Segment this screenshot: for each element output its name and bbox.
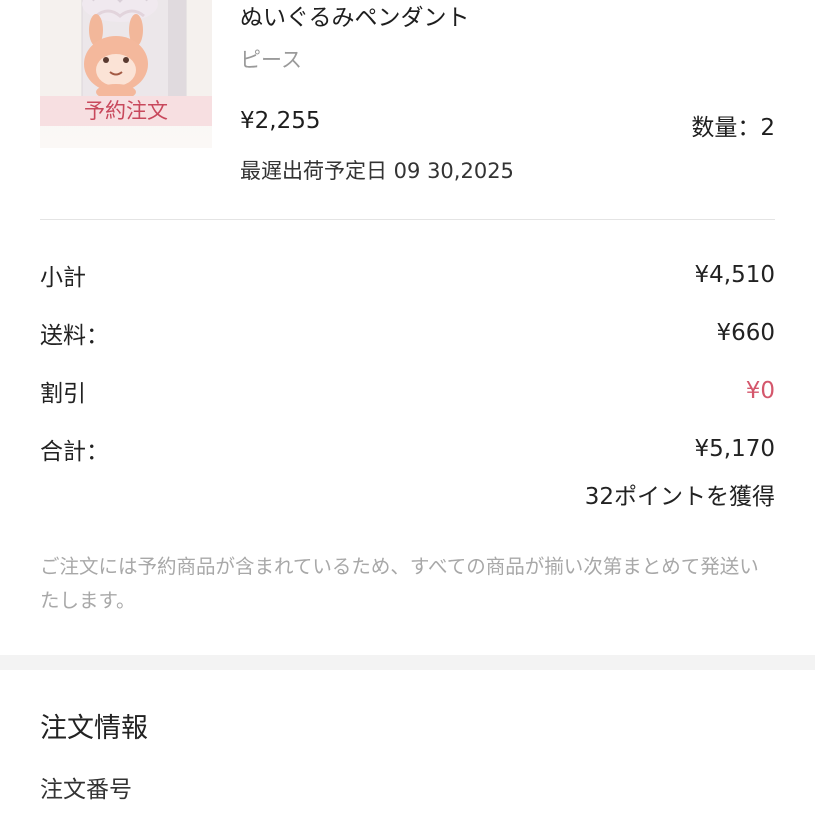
divider bbox=[40, 219, 775, 220]
total-label: 合計： bbox=[40, 439, 109, 465]
discount-row: 割引 ¥0 bbox=[40, 374, 775, 408]
ship-date: 最遅出荷予定日 09 30,2025 bbox=[240, 159, 514, 183]
discount-value: ¥0 bbox=[745, 378, 775, 404]
discount-label: 割引 bbox=[40, 381, 86, 407]
product-image[interactable]: 予約注文 bbox=[40, 0, 212, 148]
order-detail-page: 予約注文 ぬいぐるみペンダント ピース ¥2,255 数量：2 最遅出荷予定日 … bbox=[0, 0, 815, 815]
total-row: 合計： ¥5,170 bbox=[40, 432, 775, 466]
points-earned: 32ポイントを獲得 bbox=[584, 484, 775, 510]
order-number-label: 注文番号 bbox=[40, 777, 132, 803]
shipping-label: 送料： bbox=[40, 323, 109, 349]
subtotal-value: ¥4,510 bbox=[694, 262, 775, 288]
total-value: ¥5,170 bbox=[694, 436, 775, 462]
product-price: ¥2,255 bbox=[240, 108, 321, 134]
product-name[interactable]: ぬいぐるみペンダント bbox=[240, 0, 470, 32]
shipping-row: 送料： ¥660 bbox=[40, 316, 775, 350]
preorder-badge: 予約注文 bbox=[40, 96, 212, 126]
product-quantity: 数量：2 bbox=[691, 115, 775, 141]
subtotal-row: 小計 ¥4,510 bbox=[40, 258, 775, 292]
shipping-value: ¥660 bbox=[716, 320, 775, 346]
preorder-note: ご注文には予約商品が含まれているため、すべての商品が揃い次第まとめて発送いたしま… bbox=[40, 555, 759, 612]
product-unit: ピース bbox=[240, 48, 302, 72]
section-separator bbox=[0, 655, 815, 670]
subtotal-label: 小計 bbox=[40, 265, 86, 291]
order-info-title: 注文情報 bbox=[40, 713, 148, 744]
